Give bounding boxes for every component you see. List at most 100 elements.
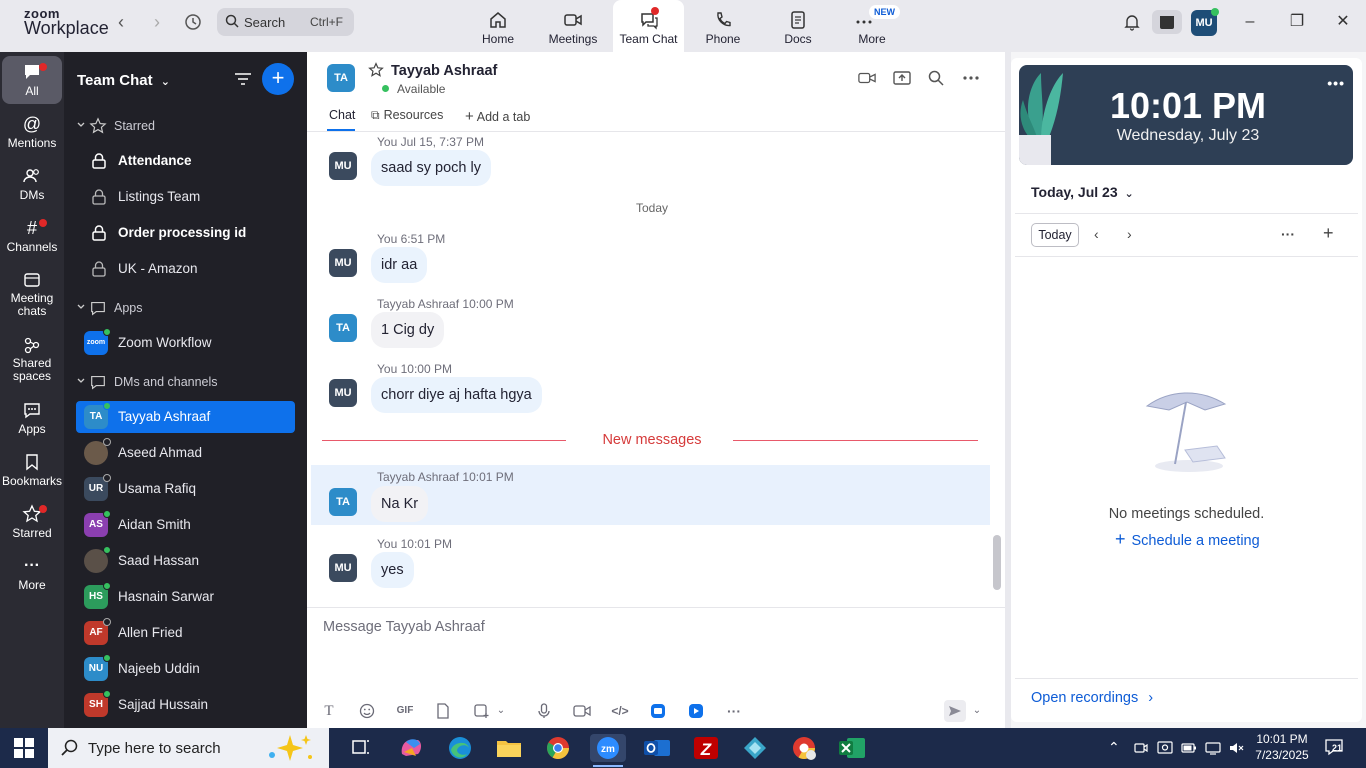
rail-apps[interactable]: Apps [2, 400, 62, 436]
microphone-icon[interactable] [533, 700, 555, 722]
section-dms-channels[interactable]: DMs and channels [76, 370, 295, 394]
filezilla-icon[interactable]: Z [691, 734, 721, 762]
calendar-app-icon[interactable] [1152, 10, 1182, 34]
tray-chevron-icon[interactable]: ⌃ [1108, 739, 1120, 756]
sidebar-item-allen-fried[interactable]: AF Allen Fried [76, 617, 295, 649]
sidebar-item-sajjad-hussain[interactable]: SH Sajjad Hussain [76, 689, 295, 721]
nav-meetings[interactable]: Meetings [544, 0, 602, 52]
message-bubble[interactable]: yes [371, 552, 414, 588]
filter-icon[interactable] [234, 71, 252, 87]
windows-start-icon[interactable] [14, 738, 34, 758]
schedule-meeting-link[interactable]: + Schedule a meeting [1115, 529, 1260, 550]
star-icon[interactable] [368, 62, 384, 78]
sidebar-item-order-processing[interactable]: Order processing id [76, 217, 295, 249]
rail-mentions[interactable]: @ Mentions [2, 114, 62, 150]
taskbar-search[interactable]: Type here to search [48, 728, 329, 768]
back-arrow-icon[interactable]: ‹ [110, 11, 132, 33]
nav-more[interactable]: NEW More [845, 0, 900, 52]
search-icon[interactable] [928, 70, 944, 86]
sidebar-item-tayyab-ashraaf[interactable]: TA Tayyab Ashraaf [76, 401, 295, 433]
message-bubble[interactable]: Na Kr [371, 486, 429, 522]
code-snippet-icon[interactable]: </> [609, 700, 631, 722]
forward-arrow-icon[interactable]: › [146, 11, 168, 33]
nav-phone[interactable]: Phone [696, 0, 750, 52]
zoom-taskbar-icon[interactable]: zm [590, 734, 626, 767]
more-options-icon[interactable]: ··· [1281, 226, 1295, 242]
file-explorer-icon[interactable] [494, 734, 524, 762]
section-starred[interactable]: Starred [76, 114, 295, 138]
contact-name[interactable]: Tayyab Ashraaf [391, 63, 497, 79]
bell-icon[interactable] [1117, 10, 1147, 34]
history-icon[interactable] [182, 11, 204, 33]
next-day-icon[interactable]: › [1127, 226, 1132, 242]
tab-add[interactable]: + Add a tab [465, 108, 530, 125]
text-format-icon[interactable]: T [318, 700, 340, 722]
volume-muted-icon[interactable] [1229, 741, 1245, 755]
message-bubble[interactable]: chorr diye aj hafta hgya [371, 377, 542, 413]
screenshot-icon[interactable] [470, 700, 492, 722]
chrome-profile-icon[interactable] [789, 734, 819, 762]
task-view-icon[interactable] [346, 734, 376, 762]
send-icon[interactable] [944, 700, 966, 722]
minimize-icon[interactable]: – [1235, 10, 1265, 34]
prev-day-icon[interactable]: ‹ [1094, 226, 1099, 242]
new-chat-button[interactable]: + [262, 63, 294, 95]
sidebar-item-aidan-smith[interactable]: AS Aidan Smith [76, 509, 295, 541]
avatar[interactable]: TA [327, 64, 355, 92]
message-composer[interactable]: Message Tayyab Ashraaf T GIF ⌄ </> ··· ⌄ [307, 607, 1005, 728]
sidebar-item-najeeb-uddin[interactable]: NU Najeeb Uddin [76, 653, 295, 685]
more-options-icon[interactable] [963, 76, 979, 80]
rail-shared-spaces[interactable]: Shared spaces [2, 335, 62, 383]
sidebar-item-usama-rafiq[interactable]: UR Usama Rafiq [76, 473, 295, 505]
sidebar-item-attendance[interactable]: Attendance [76, 145, 295, 177]
message-input[interactable]: Message Tayyab Ashraaf [323, 619, 485, 635]
sidebar-item-hasnain-sarwar[interactable]: HS Hasnain Sarwar [76, 581, 295, 613]
tab-resources[interactable]: ⧉ Resources [371, 108, 443, 123]
outlook-icon[interactable] [642, 734, 672, 762]
message-bubble[interactable]: saad sy poch ly [371, 150, 491, 186]
more-dots-icon[interactable]: ··· [723, 700, 745, 722]
app-diamond-icon[interactable] [740, 734, 770, 762]
meet-now-icon[interactable] [1134, 741, 1148, 755]
rail-bookmarks[interactable]: Bookmarks [2, 452, 62, 488]
restore-icon[interactable]: ❐ [1282, 10, 1312, 34]
chrome-icon[interactable] [543, 734, 573, 762]
file-icon[interactable] [432, 700, 454, 722]
notifications-icon[interactable]: 21 [1324, 738, 1348, 758]
emoji-icon[interactable] [356, 700, 378, 722]
rail-dms[interactable]: DMs [2, 166, 62, 202]
message-bubble[interactable]: 1 Cig dy [371, 312, 445, 348]
nav-home[interactable]: Home [470, 0, 526, 52]
calendar-date-picker[interactable]: Today, Jul 23 ⌄ [1031, 184, 1134, 200]
section-apps[interactable]: Apps [76, 296, 295, 320]
rail-starred[interactable]: Starred [2, 504, 62, 540]
share-screen-icon[interactable] [893, 70, 911, 86]
more-options-icon[interactable]: ••• [1327, 75, 1345, 91]
video-call-icon[interactable] [858, 70, 876, 86]
edge-browser-icon[interactable] [445, 734, 475, 762]
send-options-icon[interactable]: ⌄ [970, 700, 984, 722]
sidebar-item-uk-amazon[interactable]: UK - Amazon [76, 253, 295, 285]
network-icon[interactable] [1205, 741, 1221, 755]
sidebar-item-saad-hassan[interactable]: Saad Hassan [76, 545, 295, 577]
gif-icon[interactable]: GIF [394, 700, 416, 722]
nav-team-chat[interactable]: Team Chat [613, 0, 684, 52]
rail-all[interactable]: All [2, 56, 62, 104]
sidebar-item-zoom-workflow[interactable]: zoom Zoom Workflow [76, 327, 295, 359]
sidebar-item-aseed-ahmad[interactable]: Aseed Ahmad [76, 437, 295, 469]
chevron-down-icon[interactable]: ⌄ [494, 700, 508, 722]
rail-more[interactable]: ··· More [2, 556, 62, 592]
rail-channels[interactable]: # Channels [2, 218, 62, 254]
add-event-icon[interactable]: + [1323, 223, 1334, 244]
copilot-icon[interactable] [396, 734, 426, 762]
tab-chat[interactable]: Chat [329, 108, 355, 122]
battery-icon[interactable] [1181, 741, 1197, 755]
sidebar-item-listings-team[interactable]: Listings Team [76, 181, 295, 213]
search-input[interactable]: Search Ctrl+F [217, 8, 354, 36]
today-button[interactable]: Today [1031, 223, 1079, 247]
excel-icon[interactable] [837, 734, 867, 762]
open-recordings-link[interactable]: Open recordings › [1031, 690, 1153, 706]
close-icon[interactable]: ✕ [1328, 10, 1358, 34]
nav-docs[interactable]: Docs [772, 0, 824, 52]
scrollbar-thumb[interactable] [993, 535, 1001, 590]
